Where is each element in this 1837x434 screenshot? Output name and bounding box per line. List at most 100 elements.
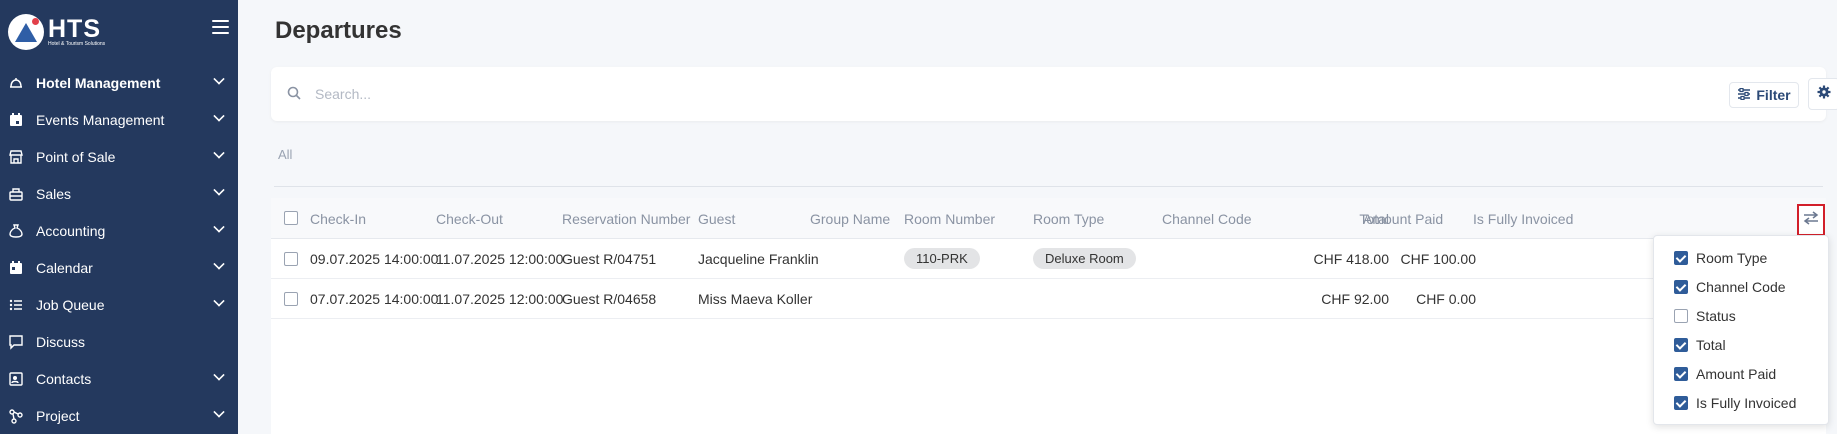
sidebar-item-label: Accounting — [36, 222, 106, 239]
column-settings-button[interactable] — [1797, 204, 1825, 236]
checkbox-unchecked[interactable] — [1674, 309, 1688, 323]
main-content: Departures Filter All Check-In Check-Out… — [238, 0, 1837, 434]
logo-mark-icon — [8, 14, 44, 50]
list-icon — [7, 296, 24, 313]
sidebar-item-sales[interactable]: Sales — [0, 175, 238, 212]
cell-check-out: 11.07.2025 12:00:00 — [436, 291, 564, 307]
checkbox-checked[interactable] — [1674, 367, 1688, 381]
checkbox-checked[interactable] — [1674, 251, 1688, 265]
sidebar-item-label: Discuss — [36, 333, 86, 350]
column-option-status[interactable]: Status — [1674, 306, 1736, 326]
sidebar-item-job-queue[interactable]: Job Queue — [0, 286, 238, 323]
bell-icon — [7, 74, 24, 91]
sidebar-item-point-of-sale[interactable]: Point of Sale — [0, 138, 238, 175]
cell-total: CHF 92.00 — [1321, 291, 1389, 307]
cell-total: CHF 418.00 — [1313, 251, 1389, 267]
chat-icon — [7, 333, 24, 350]
sidebar-item-label: Hotel Management — [36, 74, 161, 91]
tab-all[interactable]: All — [278, 147, 292, 162]
chevron-down-icon — [213, 110, 225, 122]
cell-check-out: 11.07.2025 12:00:00 — [436, 251, 564, 267]
cell-reservation-number: Guest R/04751 — [562, 251, 657, 267]
departures-table: Check-In Check-Out Reservation Number Gu… — [271, 198, 1826, 434]
sidebar-item-label: Calendar — [36, 259, 93, 276]
header-room-number[interactable]: Room Number — [904, 211, 995, 227]
header-guest[interactable]: Guest — [698, 211, 735, 227]
project-icon — [7, 407, 24, 424]
room-number-badge: 110-PRK — [904, 248, 980, 269]
row-checkbox[interactable] — [284, 252, 298, 266]
sidebar-item-calendar[interactable]: Calendar — [0, 249, 238, 286]
table-row[interactable]: 09.07.2025 14:00:00 11.07.2025 12:00:00 … — [271, 239, 1826, 279]
cell-reservation-number: Guest R/04658 — [562, 291, 657, 307]
column-option-room-type[interactable]: Room Type — [1674, 248, 1767, 268]
logo-subtitle: Hotel & Tourism Solutions — [48, 41, 106, 47]
page-title: Departures — [275, 17, 402, 44]
sidebar-item-label: Contacts — [36, 370, 92, 387]
table-row[interactable]: 07.07.2025 14:00:00 11.07.2025 12:00:00 … — [271, 279, 1826, 319]
sidebar-item-label: Project — [36, 407, 80, 424]
chevron-down-icon — [213, 73, 225, 85]
divider — [274, 186, 1823, 187]
checkbox-checked[interactable] — [1674, 338, 1688, 352]
sliders-icon — [1737, 87, 1751, 103]
swap-arrows-icon — [1803, 210, 1819, 230]
money-bag-icon — [7, 222, 24, 239]
gear-icon — [1817, 85, 1831, 104]
cell-amount-paid: CHF 100.00 — [1400, 251, 1476, 267]
chevron-down-icon — [213, 221, 225, 233]
header-is-fully-invoiced[interactable]: Is Fully Invoiced — [1473, 211, 1573, 227]
cell-amount-paid: CHF 0.00 — [1416, 291, 1476, 307]
chevron-down-icon — [213, 369, 225, 381]
chevron-down-icon — [213, 184, 225, 196]
sidebar-item-events-management[interactable]: Events Management — [0, 101, 238, 138]
header-room-type[interactable]: Room Type — [1033, 211, 1104, 227]
sidebar-item-hotel-management[interactable]: Hotel Management — [0, 64, 238, 101]
checkbox-checked[interactable] — [1674, 280, 1688, 294]
column-option-total[interactable]: Total — [1674, 335, 1726, 355]
sales-icon — [7, 185, 24, 202]
header-amount-paid[interactable]: Amount Paid — [1363, 211, 1443, 227]
header-reservation-number[interactable]: Reservation Number — [562, 211, 690, 227]
hamburger-menu-icon[interactable] — [212, 20, 229, 34]
logo-text: HTS — [48, 15, 101, 43]
sidebar-item-contacts[interactable]: Contacts — [0, 360, 238, 397]
sidebar-item-label: Sales — [36, 185, 72, 202]
store-icon — [7, 148, 24, 165]
column-option-amount-paid[interactable]: Amount Paid — [1674, 364, 1776, 384]
contact-card-icon — [7, 370, 24, 387]
search-icon — [287, 86, 301, 100]
chevron-down-icon — [213, 258, 225, 270]
sidebar-item-label: Point of Sale — [36, 148, 116, 165]
search-bar: Filter — [271, 67, 1837, 121]
checkbox-checked[interactable] — [1674, 396, 1688, 410]
sidebar-item-label: Events Management — [36, 111, 165, 128]
column-visibility-menu: Room Type Channel Code Status Total Amou… — [1653, 235, 1829, 425]
filter-button[interactable]: Filter — [1729, 82, 1799, 108]
cell-check-in: 07.07.2025 14:00:00 — [310, 291, 439, 307]
calendar-icon — [7, 259, 24, 276]
header-check-in[interactable]: Check-In — [310, 211, 366, 227]
search-input[interactable] — [315, 83, 1215, 105]
row-checkbox[interactable] — [284, 292, 298, 306]
header-group-name[interactable]: Group Name — [810, 211, 890, 227]
settings-button[interactable] — [1808, 78, 1837, 110]
filter-label: Filter — [1756, 87, 1791, 103]
chevron-down-icon — [213, 147, 225, 159]
chevron-down-icon — [213, 295, 225, 307]
column-option-is-fully-invoiced[interactable]: Is Fully Invoiced — [1674, 393, 1796, 413]
column-option-channel-code[interactable]: Channel Code — [1674, 277, 1786, 297]
room-type-badge: Deluxe Room — [1033, 248, 1136, 269]
sidebar-item-label: Job Queue — [36, 296, 105, 313]
sidebar-item-project[interactable]: Project — [0, 397, 238, 434]
sidebar-item-discuss[interactable]: Discuss — [0, 323, 238, 360]
sidebar-item-accounting[interactable]: Accounting — [0, 212, 238, 249]
hts-logo[interactable]: HTS Hotel & Tourism Solutions — [8, 14, 105, 50]
header-check-out[interactable]: Check-Out — [436, 211, 503, 227]
cell-guest: Miss Maeva Koller — [698, 291, 813, 307]
sidebar: HTS Hotel & Tourism Solutions Hotel Mana… — [0, 0, 238, 434]
select-all-checkbox[interactable] — [284, 211, 298, 225]
table-header: Check-In Check-Out Reservation Number Gu… — [271, 198, 1826, 239]
header-channel-code[interactable]: Channel Code — [1162, 211, 1252, 227]
calendar-event-icon — [7, 111, 24, 128]
